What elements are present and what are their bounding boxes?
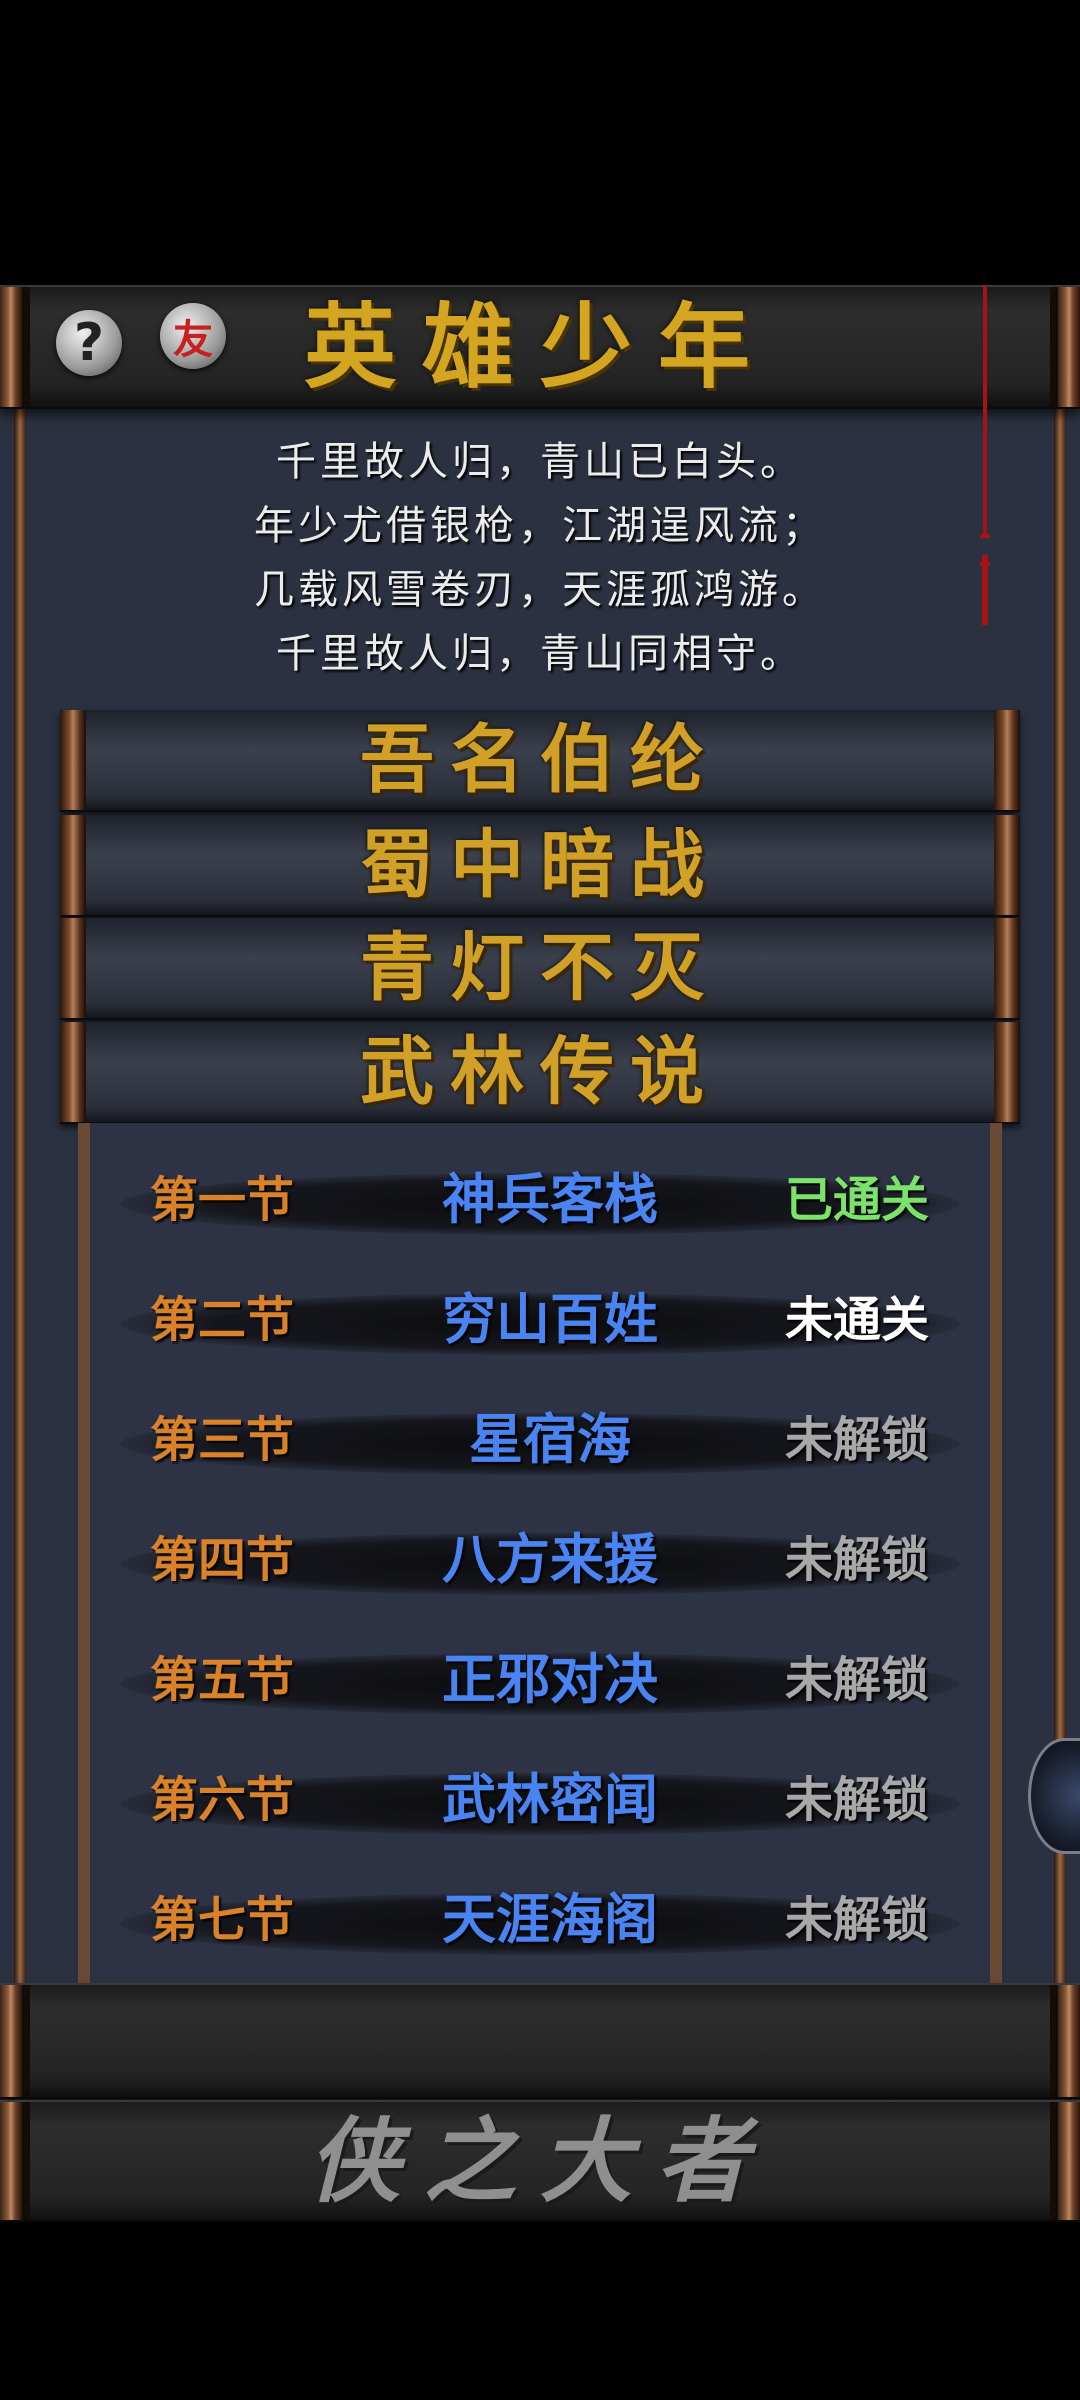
chapter-label: 青灯不灭 [360,925,720,1011]
section-row-4[interactable]: 第四节 八方来援 未解锁 [120,1515,960,1605]
chapter-label: 蜀中暗战 [360,822,720,908]
section-name: 武林密闻 [442,1768,658,1831]
section-status: 未解锁 [784,1532,929,1588]
section-status: 未解锁 [784,1412,929,1468]
section-status: 未解锁 [784,1652,929,1708]
section-status: 未通关 [784,1292,929,1348]
section-list: 第一节 神兵客栈 已通关 第二节 穷山百姓 未通关 第三节 星宿海 未解锁 第四… [78,1123,1002,1983]
poem-line: 千里故人归，青山已白头。 [276,439,804,485]
section-number: 第五节 [150,1652,295,1708]
friend-button[interactable]: 友 [160,303,226,369]
poem-text: 千里故人归，青山已白头。 年少尤借银枪，江湖逞风流； 几载风雪卷刃，天涯孤鸿游。… [0,430,1080,686]
chapter-label: 吾名伯纶 [360,717,720,803]
poem-line: 年少尤借银枪，江湖逞风流； [254,503,826,549]
section-row-6[interactable]: 第六节 武林密闻 未解锁 [120,1755,960,1845]
chapter-label: 武林传说 [360,1029,720,1115]
section-name: 星宿海 [469,1408,631,1471]
section-name: 神兵客栈 [442,1168,658,1231]
chapter-button-2[interactable]: 蜀中暗战 [60,815,1020,917]
section-row-3[interactable]: 第三节 星宿海 未解锁 [120,1395,960,1485]
footer-title: 侠之大者 [307,2107,772,2215]
section-name: 正邪对决 [442,1648,658,1711]
section-row-7[interactable]: 第七节 天涯海阁 未解锁 [120,1875,960,1965]
section-row-2[interactable]: 第二节 穷山百姓 未通关 [120,1275,960,1365]
section-number: 第一节 [150,1172,295,1228]
poem-line: 千里故人归，青山同相守。 [276,631,804,677]
chapter-button-4[interactable]: 武林传说 [60,1022,1020,1124]
section-row-1[interactable]: 第一节 神兵客栈 已通关 [120,1155,960,1245]
section-status: 已通关 [784,1172,929,1228]
friend-icon: 友 [173,316,213,363]
chapter-button-1[interactable]: 吾名伯纶 [60,710,1020,812]
section-number: 第三节 [150,1412,295,1468]
section-status: 未解锁 [784,1892,929,1948]
section-name: 天涯海阁 [442,1888,658,1951]
footer-bar: 侠之大者 [0,2100,1080,2222]
chapter-button-3[interactable]: 青灯不灭 [60,918,1020,1020]
poem-line: 几载风雪卷刃，天涯孤鸿游。 [254,567,826,613]
section-number: 第七节 [150,1892,295,1948]
section-number: 第四节 [150,1532,295,1588]
help-button[interactable]: ? [56,310,122,376]
section-row-5[interactable]: 第五节 正邪对决 未解锁 [120,1635,960,1725]
section-name: 八方来援 [442,1528,658,1591]
section-status: 未解锁 [784,1772,929,1828]
help-icon: ? [73,313,105,373]
section-name: 穷山百姓 [442,1288,658,1351]
section-number: 第六节 [150,1772,295,1828]
section-number: 第二节 [150,1292,295,1348]
scroll-bottom-rod [0,1983,1080,2099]
